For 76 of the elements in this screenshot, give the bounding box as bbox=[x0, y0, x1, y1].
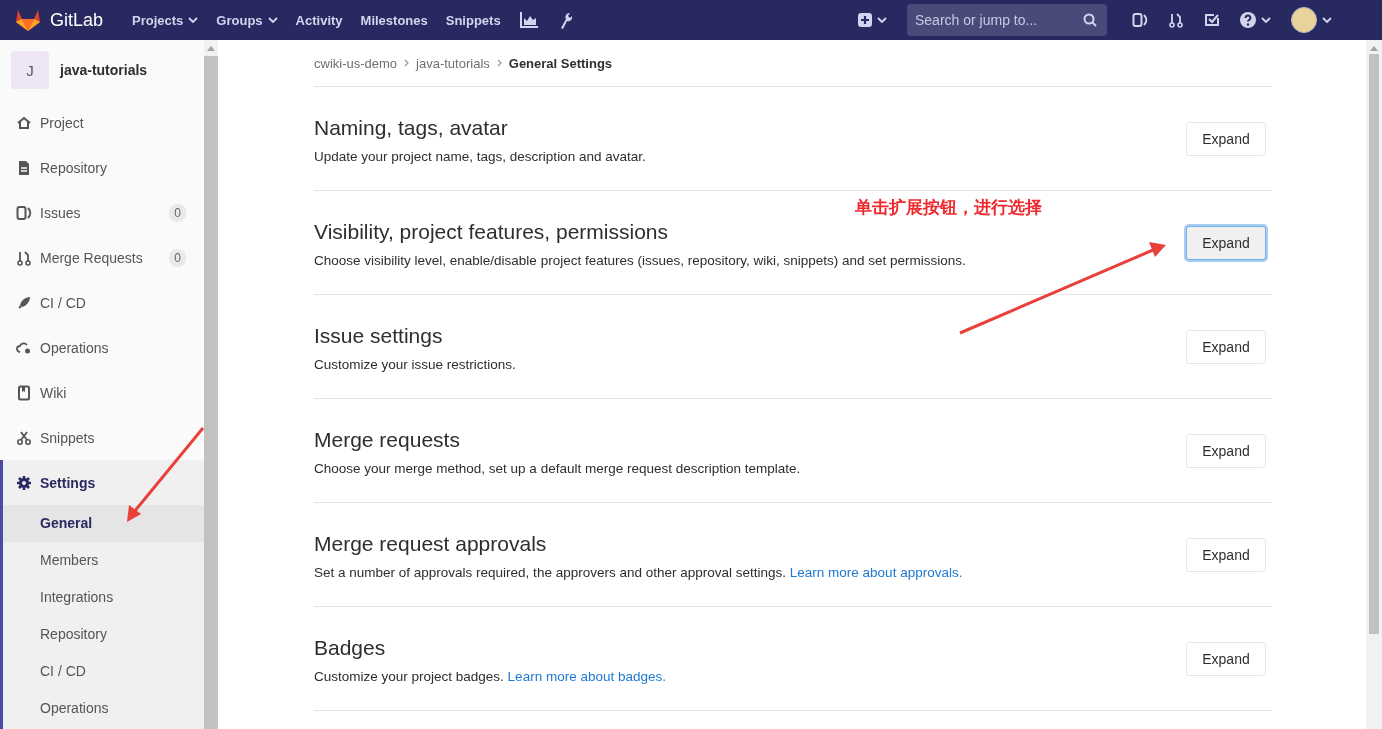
chevron-down-icon bbox=[1322, 16, 1332, 24]
breadcrumb-link[interactable]: cwiki-us-demo bbox=[314, 55, 398, 71]
sidebar-item[interactable]: Snippets bbox=[0, 415, 204, 460]
breadcrumb-link[interactable]: java-tutorials bbox=[416, 55, 490, 71]
gear-icon bbox=[16, 474, 32, 491]
help-icon[interactable] bbox=[1240, 12, 1256, 28]
count-badge: 0 bbox=[169, 248, 186, 267]
expand-button[interactable]: Expand bbox=[1186, 225, 1266, 260]
search-icon bbox=[1083, 13, 1097, 27]
chevron-right-icon bbox=[404, 59, 410, 67]
section-description: Customize your project badges. Learn more about badges. bbox=[314, 668, 667, 684]
sidebar-item[interactable]: Wiki bbox=[0, 370, 204, 415]
chevron-down-icon bbox=[188, 16, 199, 24]
scrollbar[interactable] bbox=[1366, 40, 1382, 729]
annotation-text: 单击扩展按钮，进行选择 bbox=[855, 196, 1042, 219]
nav-link[interactable]: Groups bbox=[207, 12, 287, 28]
sidebar-item[interactable]: Project bbox=[0, 100, 204, 145]
logo-text[interactable]: GitLab bbox=[50, 9, 104, 31]
section-description: Set a number of approvals required, the approvers and other approval settings. Learn more about approvals. bbox=[314, 564, 964, 580]
submenu-item[interactable]: General bbox=[3, 505, 204, 542]
expand-button[interactable]: Expand bbox=[1186, 433, 1266, 468]
issues-icon bbox=[16, 204, 32, 221]
section-title: Naming, tags, avatar bbox=[314, 115, 509, 140]
scissors-icon bbox=[16, 429, 32, 446]
book-icon bbox=[16, 384, 32, 401]
rocket-icon bbox=[16, 294, 32, 311]
chevron-down-icon bbox=[1261, 16, 1271, 24]
document-icon bbox=[16, 159, 32, 176]
project-name[interactable]: java-tutorials bbox=[60, 62, 148, 78]
section-title: Issue settings bbox=[314, 323, 444, 348]
count-badge: 0 bbox=[169, 203, 186, 222]
expand-button[interactable]: Expand bbox=[1186, 121, 1266, 156]
section-description: Customize your issue restrictions. bbox=[314, 356, 517, 372]
submenu-item[interactable]: Integrations bbox=[3, 579, 204, 616]
issues-icon[interactable] bbox=[1132, 12, 1148, 28]
section-title: Merge request approvals bbox=[314, 531, 548, 556]
breadcrumb-link[interactable]: General Settings bbox=[508, 55, 613, 71]
submenu-item[interactable]: Members bbox=[3, 542, 204, 579]
search-field[interactable]: Search or jump to... bbox=[907, 4, 1107, 36]
nav-link[interactable]: Projects bbox=[123, 12, 208, 28]
project-avatar: J bbox=[11, 51, 49, 89]
todo-check-icon[interactable] bbox=[1204, 12, 1220, 28]
chevron-down-icon bbox=[877, 16, 887, 24]
submenu-item[interactable]: Operations bbox=[3, 690, 204, 727]
plus-square-icon[interactable] bbox=[858, 13, 872, 27]
section-title: Visibility, project features, permissions bbox=[314, 219, 670, 244]
section-title: Badges bbox=[314, 635, 387, 660]
nav-link[interactable]: Activity bbox=[286, 12, 352, 28]
sidebar-item[interactable]: Operations bbox=[0, 325, 204, 370]
learn-more-link[interactable]: Learn more about approvals. bbox=[789, 564, 963, 580]
sidebar-item[interactable]: CI / CD bbox=[0, 280, 204, 325]
section-description: Choose visibility level, enable/disable project features (issues, repository, wiki, snippets) and set permissions. bbox=[314, 252, 967, 268]
avatar-circle[interactable] bbox=[1291, 7, 1317, 33]
learn-more-link[interactable]: Learn more about badges. bbox=[507, 668, 666, 684]
expand-button[interactable]: Expand bbox=[1186, 641, 1266, 676]
chevron-down-icon bbox=[267, 16, 278, 24]
section-description: Choose your merge method, set up a default merge request description template. bbox=[314, 460, 802, 476]
nav-link[interactable]: Milestones bbox=[351, 12, 437, 28]
sidebar-item[interactable]: Issues 0 bbox=[0, 190, 204, 235]
house-icon bbox=[16, 114, 32, 131]
scrollbar[interactable] bbox=[204, 40, 218, 729]
expand-button[interactable]: Expand bbox=[1186, 329, 1266, 364]
sidebar-item[interactable]: Repository bbox=[0, 145, 204, 190]
merge-request-icon bbox=[16, 249, 32, 266]
submenu-item[interactable]: Repository bbox=[3, 616, 204, 653]
nav-link[interactable]: Snippets bbox=[436, 12, 510, 28]
fox-logo-icon[interactable] bbox=[15, 8, 41, 32]
merge-request-icon[interactable] bbox=[1168, 12, 1184, 28]
expand-button[interactable]: Expand bbox=[1186, 537, 1266, 572]
sidebar-item[interactable]: Merge Requests 0 bbox=[0, 235, 204, 280]
chevron-right-icon bbox=[496, 59, 502, 67]
section-description: Update your project name, tags, description and avatar. bbox=[314, 148, 647, 164]
sidebar-item[interactable]: Settings bbox=[0, 460, 204, 505]
submenu-item[interactable]: CI / CD bbox=[3, 653, 204, 690]
chart-icon[interactable] bbox=[519, 12, 538, 28]
section-title: Merge requests bbox=[314, 427, 461, 452]
